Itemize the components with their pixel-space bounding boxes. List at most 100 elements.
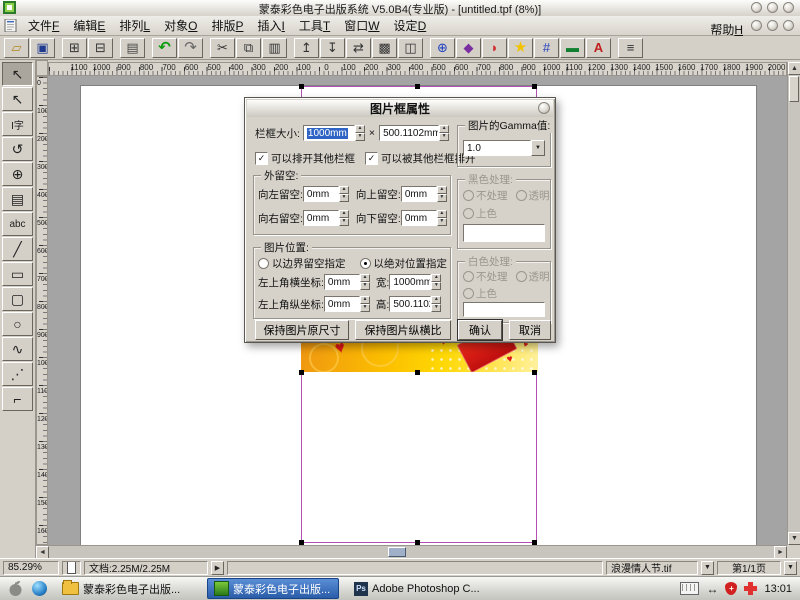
margin-left-spinner[interactable] — [339, 186, 349, 202]
tool-line[interactable]: ╱ — [2, 237, 33, 261]
taskbar-item-montai-active[interactable]: 蒙泰彩色电子出版... — [207, 578, 339, 599]
x-coordinate-field[interactable]: 0mm — [324, 274, 360, 290]
height-field[interactable]: 500.1102mm — [389, 296, 431, 312]
height-spinner[interactable] — [431, 296, 441, 312]
checkbox-push-others[interactable]: 可以排开其他栏框 — [255, 151, 355, 166]
tool-rectangle[interactable]: ▭ — [2, 262, 33, 286]
y-coordinate-field[interactable]: 0mm — [324, 296, 360, 312]
selection-handle[interactable] — [532, 84, 537, 89]
image-select-dropdown[interactable]: ▼ — [701, 561, 714, 575]
tool-page-setup[interactable]: ▤ — [2, 187, 33, 211]
x-spinner[interactable] — [360, 274, 370, 290]
print-button[interactable]: ▤ — [120, 38, 145, 58]
horizontal-scrollbar[interactable]: ◄ ► — [36, 545, 787, 558]
tool-polyline[interactable]: ⋰ — [2, 362, 33, 386]
frame-height-field[interactable]: 500.1102mm — [379, 125, 439, 141]
keep-aspect-ratio-button[interactable]: 保持图片纵横比 — [355, 320, 451, 340]
scroll-up-arrow[interactable]: ▲ — [788, 62, 800, 75]
network-tray-icon[interactable]: ↔ — [706, 583, 718, 595]
minimize-button[interactable] — [751, 2, 762, 13]
tool-curve[interactable]: ∿ — [2, 337, 33, 361]
fill-shapes-button[interactable]: ◆ — [456, 38, 481, 58]
gamma-combobox[interactable]: 1.0 — [463, 140, 545, 156]
gamma-dropdown-button[interactable] — [531, 140, 545, 156]
doc-close-button[interactable] — [783, 20, 794, 31]
menu-W[interactable]: 窗口W — [337, 15, 386, 36]
swap-order-button[interactable]: ⇄ — [346, 38, 371, 58]
color-gradient-button[interactable]: ◗ — [482, 38, 507, 58]
frame-height-spinner[interactable] — [439, 125, 449, 141]
selection-handle[interactable] — [299, 84, 304, 89]
radio-boundary-margin[interactable]: 以边界留空指定 — [258, 256, 346, 271]
dialog-titlebar[interactable]: 图片框属性 — [247, 100, 553, 117]
keyboard-tray-icon[interactable] — [680, 582, 699, 595]
restore-button[interactable] — [767, 2, 778, 13]
taskbar-item-folder[interactable]: 蒙泰彩色电子出版... — [56, 579, 198, 598]
selection-handle[interactable] — [415, 370, 420, 375]
quick-launch-icon[interactable] — [32, 581, 47, 596]
open-button[interactable]: ▱ — [4, 38, 29, 58]
doc-minimize-button[interactable] — [751, 20, 762, 31]
selection-handle[interactable] — [299, 370, 304, 375]
doc-restore-button[interactable] — [767, 20, 778, 31]
tool-freeform-path[interactable]: ⌐ — [2, 387, 33, 411]
margin-top-spinner[interactable] — [437, 186, 447, 202]
redo-button[interactable]: ↷ — [178, 38, 203, 58]
tool-select[interactable]: ↖ — [2, 62, 33, 86]
tool-ellipse[interactable]: ○ — [2, 312, 33, 336]
close-button[interactable] — [783, 2, 794, 13]
margin-right-field[interactable]: 0mm — [303, 210, 339, 226]
status-expand-button[interactable]: ▶ — [211, 561, 224, 575]
margin-bottom-field[interactable]: 0mm — [401, 210, 437, 226]
keep-original-size-button[interactable]: 保持图片原尺寸 — [255, 320, 349, 340]
selection-handle[interactable] — [532, 370, 537, 375]
tool-text-box[interactable]: abc — [2, 212, 33, 236]
taskbar-item-photoshop[interactable]: Ps Adobe Photoshop C... — [348, 579, 490, 598]
gamma-value-field[interactable]: 1.0 — [463, 140, 531, 156]
page-select-dropdown[interactable]: ▼ — [784, 561, 797, 575]
frame-width-spinner[interactable] — [355, 125, 365, 141]
ok-button[interactable]: 确认 — [458, 320, 502, 340]
save-page-button[interactable]: ⊟ — [88, 38, 113, 58]
menu-O[interactable]: 对象O — [157, 15, 204, 36]
tool-rounded-rectangle[interactable]: ▢ — [2, 287, 33, 311]
save-button[interactable]: ▣ — [30, 38, 55, 58]
mesh-warp-button[interactable]: # — [534, 38, 559, 58]
menu-F[interactable]: 文件F — [21, 15, 66, 36]
menu-E[interactable]: 编辑E — [66, 15, 112, 36]
menu-D[interactable]: 设定D — [387, 15, 434, 36]
vertical-scrollbar[interactable]: ▲ ▼ — [787, 62, 800, 545]
margin-right-spinner[interactable] — [339, 210, 349, 226]
text-format-button[interactable]: A — [586, 38, 611, 58]
copy-button[interactable]: ⧉ — [236, 38, 261, 58]
margin-bottom-spinner[interactable] — [437, 210, 447, 226]
width-field[interactable]: 1000mm — [389, 274, 431, 290]
cut-button[interactable]: ✂ — [210, 38, 235, 58]
vertical-scroll-thumb[interactable] — [789, 76, 799, 102]
print-preview-button[interactable]: ≡ — [618, 38, 643, 58]
dialog-close-button[interactable] — [538, 102, 550, 114]
radio-absolute-position[interactable]: 以绝对位置指定 — [360, 256, 448, 271]
tool-text[interactable]: I字 — [2, 112, 33, 136]
margin-top-field[interactable]: 0mm — [401, 186, 437, 202]
scroll-down-arrow[interactable]: ▼ — [788, 532, 800, 545]
center-object-button[interactable]: ⊕ — [430, 38, 455, 58]
width-spinner[interactable] — [431, 274, 441, 290]
menu-P[interactable]: 排版P — [204, 15, 250, 36]
undo-button[interactable]: ↶ — [152, 38, 177, 58]
cancel-button[interactable]: 取消 — [509, 320, 551, 340]
health-cross-icon[interactable] — [744, 582, 757, 595]
tool-rotate[interactable]: ↺ — [2, 137, 33, 161]
star-button[interactable]: ★ — [508, 38, 533, 58]
cascade-button[interactable]: ▩ — [372, 38, 397, 58]
margin-left-field[interactable]: 0mm — [303, 186, 339, 202]
horizontal-scroll-thumb[interactable] — [388, 547, 406, 557]
place-image-button[interactable]: ▬ — [560, 38, 585, 58]
selection-handle[interactable] — [415, 84, 420, 89]
menu-I[interactable]: 插入I — [250, 15, 291, 36]
tool-zoom[interactable]: ⊕ — [2, 162, 33, 186]
group-objects-button[interactable]: ◫ — [398, 38, 423, 58]
frame-width-field[interactable]: 1000mm — [303, 125, 355, 141]
export-image-button[interactable]: ⊞ — [62, 38, 87, 58]
paste-button[interactable]: ▥ — [262, 38, 287, 58]
